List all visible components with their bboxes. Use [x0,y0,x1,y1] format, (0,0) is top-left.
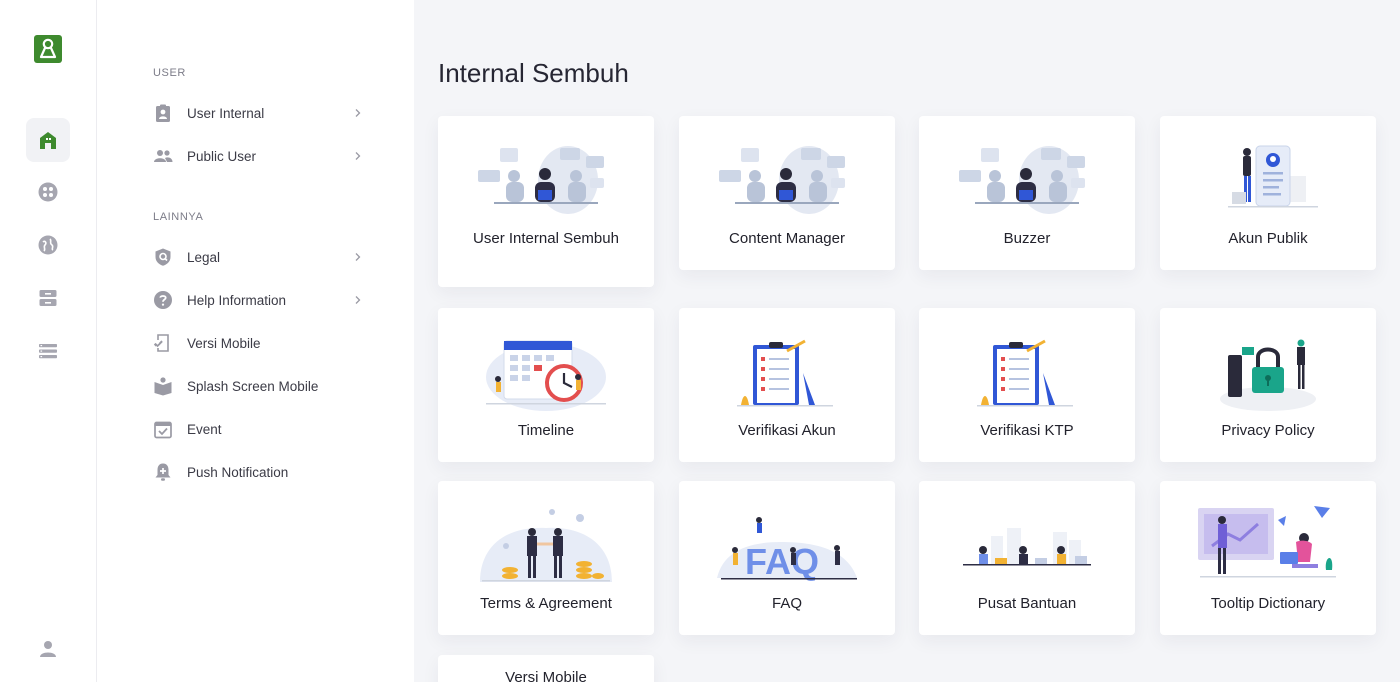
list-icon [39,344,57,359]
rail-home-button[interactable] [26,118,70,162]
card-pusat-bantuan[interactable]: Pusat Bantuan [919,481,1135,635]
rail-list-button[interactable] [26,329,70,373]
helpdesk-illustration [963,528,1091,566]
card-label: Terms & Agreement [480,595,612,612]
card-buzzer[interactable]: Buzzer [919,116,1135,270]
handshake-illustration [480,509,612,582]
card-akun-publik[interactable]: Akun Publik [1160,116,1376,270]
menu-item-label: Legal [187,249,221,265]
card-label: Versi Mobile [505,669,587,682]
svg-text:FAQ: FAQ [745,541,819,582]
menu-item-splash-screen-mobile[interactable]: Splash Screen Mobile [153,373,363,399]
menu-item-label: Public User [187,148,257,164]
id-badge-icon [153,103,173,123]
card-verifikasi-ktp[interactable]: Verifikasi KTP [919,308,1135,462]
card-verifikasi-akun[interactable]: Verifikasi Akun [679,308,895,462]
card-label: Akun Publik [1228,230,1308,247]
card-content-manager[interactable]: Content Manager [679,116,895,270]
menu-item-versi-mobile[interactable]: Versi Mobile [153,330,363,356]
mobile-check-icon [153,333,173,353]
page-title: Internal Sembuh [438,58,629,88]
checklist-illustration [977,339,1073,407]
rail-globe-button[interactable] [26,223,70,267]
chevron-right-icon [353,108,363,118]
card-label: Timeline [517,422,575,439]
help-icon [153,290,173,310]
card-label: Pusat Bantuan [977,595,1077,612]
shield-icon [153,247,173,267]
team-at-desk-illustration [478,146,604,214]
menu-item-push-notification[interactable]: Push Notification [153,459,363,485]
checklist-illustration [737,339,833,407]
card-label: FAQ [771,595,802,612]
padlock-illustration [1220,339,1316,411]
rail-dashboard-button[interactable] [26,170,70,214]
menu-item-label: Help Information [187,292,287,308]
faq-letters-illustration: FAQ [717,517,857,582]
profile-card-illustration [1228,145,1318,208]
calendar-clock-illustration [486,340,606,411]
presentation-illustration [1198,506,1336,578]
card-label: Privacy Policy [1221,422,1315,439]
calendar-check-icon [153,419,173,439]
card-terms-agreement[interactable]: Terms & Agreement [438,481,654,635]
home-icon [40,132,56,149]
menu-item-label: Push Notification [187,464,289,480]
inbox-icon [39,290,57,306]
card-tooltip-dictionary[interactable]: Tooltip Dictionary [1160,481,1376,635]
card-label: User Internal Sembuh [473,230,619,247]
menu-item-legal[interactable]: Legal [153,244,363,270]
team-at-desk-illustration [719,146,845,214]
menu-item-event[interactable]: Event [153,416,363,442]
chevron-right-icon [353,295,363,305]
people-icon [153,146,173,166]
rail-inbox-button[interactable] [26,276,70,320]
section-heading-lainnya: LAINNYA [153,211,204,223]
dashboard-circle-icon [38,182,58,202]
card-user-internal-sembuh[interactable]: User Internal Sembuh [438,116,654,287]
menu-item-public-user[interactable]: Public User [153,143,363,169]
icon-rail [0,0,97,682]
card-label: Buzzer [1003,230,1051,247]
card-label: Tooltip Dictionary [1210,595,1326,612]
menu-item-user-internal[interactable]: User Internal [153,100,363,126]
menu-item-help-information[interactable]: Help Information [153,287,363,313]
menu-item-label: User Internal [187,105,265,121]
card-label: Verifikasi KTP [980,422,1074,439]
card-label: Verifikasi Akun [738,422,836,439]
bell-plus-icon [153,462,173,482]
chevron-right-icon [353,252,363,262]
card-label: Content Manager [729,230,845,247]
sidebar-menu: USER User Internal Public User LAINNYA L… [97,0,414,682]
card-versi-mobile[interactable]: Versi Mobile [438,655,654,682]
card-faq[interactable]: FAQ FAQ [679,481,895,635]
card-privacy-policy[interactable]: Privacy Policy [1160,308,1376,462]
menu-item-label: Versi Mobile [187,335,261,351]
team-at-desk-illustration [959,146,1085,214]
user-icon [40,641,56,657]
menu-item-label: Splash Screen Mobile [187,378,319,394]
card-timeline[interactable]: Timeline [438,308,654,462]
section-heading-user: USER [153,67,186,79]
menu-item-label: Event [187,421,222,437]
chevron-right-icon [353,151,363,161]
pin-logo-icon[interactable] [34,35,62,63]
rail-profile-button[interactable] [26,627,70,671]
globe-icon [38,235,58,255]
book-icon [153,376,173,396]
